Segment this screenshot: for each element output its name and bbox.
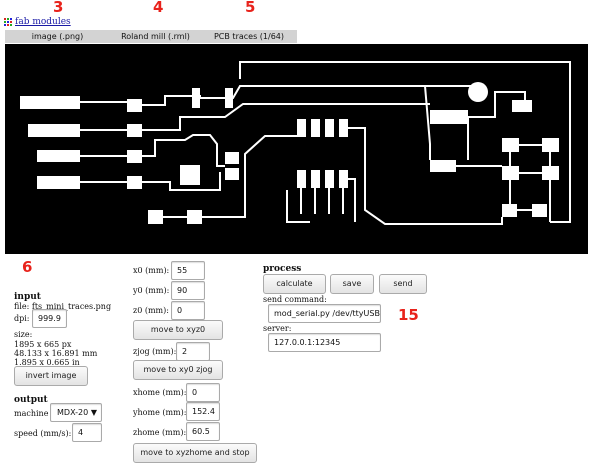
move-to-xyzhome-and-stop-button[interactable]: move to xyzhome and stop [133,443,257,463]
chevron-down-icon: ▼ [90,408,97,417]
step-annotation-15: 15 [398,306,419,324]
machine-select-value: MDX-20 [57,408,89,417]
send-command-input[interactable]: mod_serial.py /dev/ttyUSB0 [268,304,381,323]
step-annotation-6: 6 [22,258,33,276]
pcb-traces-preview [5,44,588,254]
calculate-button[interactable]: calculate [263,274,326,294]
tab-roland-mill-rml[interactable]: Roland mill (.rml) [110,30,201,43]
y0-label: y0 (mm): [133,286,170,295]
send-button[interactable]: send [379,274,427,294]
move-to-xy0-zjog-button[interactable]: move to xy0 zjog [133,360,223,380]
size-px: 1895 x 665 px [14,340,72,349]
output-heading: output [14,395,48,405]
yhome-label: yhome (mm): [133,408,187,417]
invert-image-button[interactable]: invert image [14,366,88,386]
input-heading: input [14,292,41,302]
fab-modules-link[interactable]: fab modules [15,17,71,27]
machine-label: machine [14,409,49,418]
process-heading: process [263,264,302,274]
tab-image-png[interactable]: image (.png) [5,30,110,43]
fab-logo-icon [4,18,13,27]
yhome-input[interactable]: 152.4 [186,402,220,421]
xhome-label: xhome (mm): [133,388,187,397]
step-annotation-5: 5 [245,0,256,16]
step-annotation-3: 3 [53,0,64,16]
zjog-label: zjog (mm): [133,347,177,356]
x0-input[interactable]: 55 [171,261,205,280]
dpi-input[interactable]: 999.9 [32,309,67,328]
size-mm: 48.133 x 16.891 mm [14,349,98,358]
speed-input[interactable]: 4 [72,423,102,442]
zhome-label: zhome (mm): [133,428,187,437]
size-label: size: [14,330,33,339]
y0-input[interactable]: 90 [171,281,205,300]
server-label: server: [263,324,292,333]
pcb-traces-image [20,61,571,225]
move-to-xyz0-button[interactable]: move to xyz0 [133,320,223,340]
tab-pcb-traces[interactable]: PCB traces (1/64) [201,30,297,43]
z0-input[interactable]: 0 [171,301,205,320]
speed-label: speed (mm/s): [14,429,72,438]
zjog-input[interactable]: 2 [176,342,210,361]
send-command-label: send command: [263,295,327,304]
xhome-input[interactable]: 0 [186,383,220,402]
zhome-input[interactable]: 60.5 [186,422,220,441]
machine-select[interactable]: MDX-20 ▼ [50,403,102,422]
step-annotation-4: 4 [153,0,164,16]
x0-label: x0 (mm): [133,266,170,275]
save-button[interactable]: save [330,274,374,294]
server-input[interactable]: 127.0.0.1:12345 [268,333,381,352]
z0-label: z0 (mm): [133,306,169,315]
dpi-label: dpi: [14,314,30,323]
